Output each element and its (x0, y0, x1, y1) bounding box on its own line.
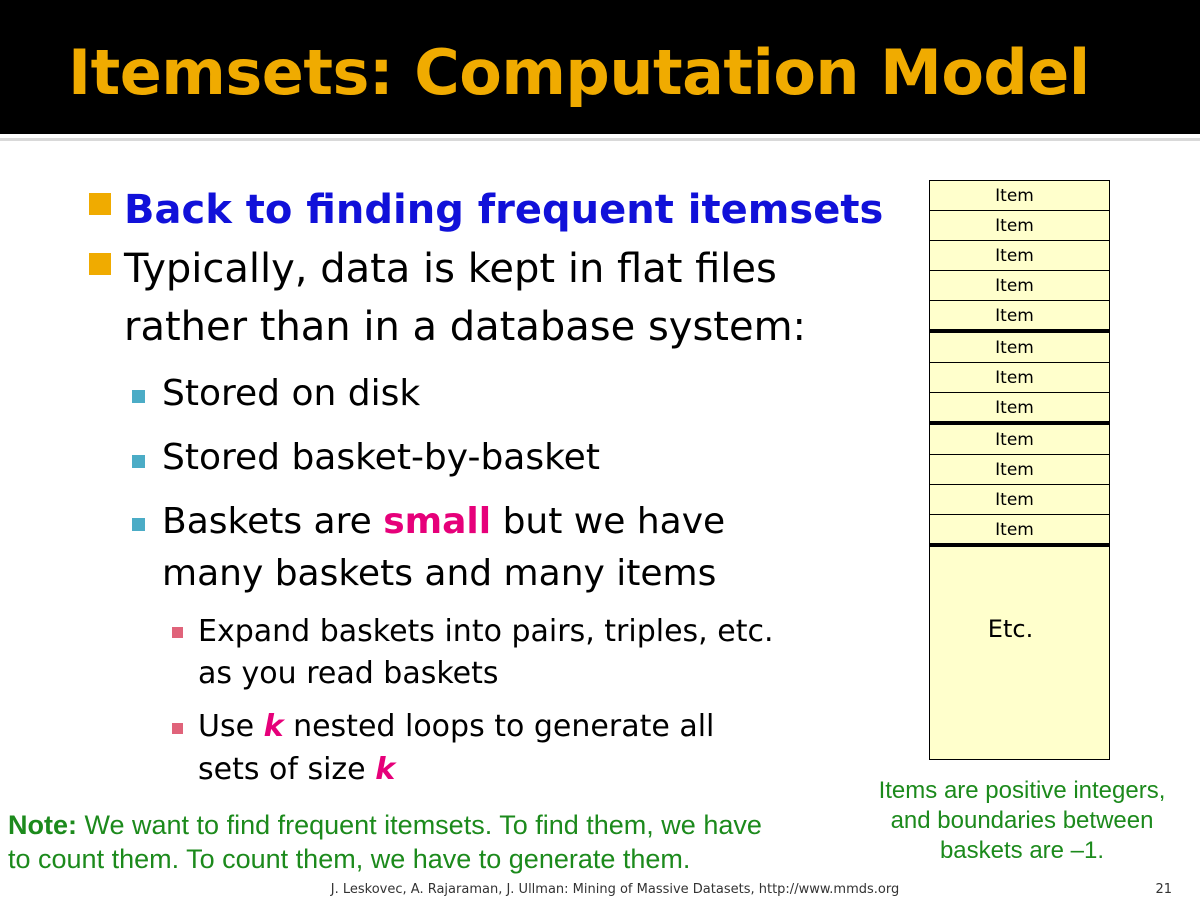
sub-bullet-baskets-small-line2: many baskets and many items (162, 553, 717, 594)
item-cell-basket-end: Item (930, 393, 1109, 425)
title-bar: Itemsets: Computation Model (0, 0, 1200, 134)
sub-bullet-baskets-small: Baskets are small but we have (162, 496, 725, 548)
text-span: We want to find frequent itemsets. To fi… (77, 810, 762, 840)
subsub-bullet-nested-loops-line2: sets of size k (198, 748, 395, 791)
bullet-square-icon (132, 455, 145, 468)
bullet-square-icon (89, 253, 111, 275)
item-cell-basket-end: Item (930, 515, 1109, 547)
item-cell: Item (930, 455, 1109, 485)
note-label: Note: (8, 810, 77, 840)
item-cell: Item (930, 363, 1109, 393)
etc-label: Etc. (987, 615, 1034, 643)
text-span: sets of size (198, 752, 376, 787)
bullet-square-icon (172, 723, 183, 734)
item-cell: Item (930, 425, 1109, 455)
item-cell: Item (930, 271, 1109, 301)
caption-line: baskets are –1. (939, 837, 1105, 864)
item-cell: Item (930, 485, 1109, 515)
page-number: 21 (1155, 882, 1172, 897)
item-cell: Item (930, 241, 1109, 271)
subsub-bullet-expand-line2: as you read baskets (198, 656, 499, 691)
note-line: to count them. To count them, we have to… (8, 844, 691, 874)
highlight-k: k (263, 709, 284, 744)
caption-line: and boundaries between (890, 807, 1154, 834)
bullet-square-icon (132, 390, 145, 403)
slide-title: Itemsets: Computation Model (68, 36, 1090, 109)
diagram-caption: Items are positive integers, and boundar… (856, 776, 1188, 866)
note-box: Note: We want to find frequent itemsets.… (8, 808, 762, 876)
item-cell-basket-end: Item (930, 301, 1109, 333)
basket-file-diagram: Item Item Item Item Item Item Item Item … (929, 180, 1110, 760)
subsub-bullet-nested-loops: Use k nested loops to generate all (198, 705, 714, 748)
note-line: Note: We want to find frequent itemsets.… (8, 808, 762, 842)
sub-bullet-stored-on-disk: Stored on disk (162, 373, 421, 414)
bullet-flat-files-line1: Typically, data is kept in flat files (124, 246, 777, 292)
text-span: Use (198, 709, 264, 744)
text-span: Baskets are (162, 501, 384, 542)
highlight-k: k (375, 752, 396, 787)
bullet-square-icon (172, 627, 183, 638)
bullet-square-icon (89, 193, 111, 215)
bullet-back-to-finding: Back to finding frequent itemsets (124, 187, 884, 233)
item-cell: Item (930, 333, 1109, 363)
caption-line: Items are positive integers, (878, 777, 1166, 804)
text-span: but we have (491, 501, 726, 542)
subsub-bullet-expand-line1: Expand baskets into pairs, triples, etc. (198, 614, 774, 649)
item-cell: Item (930, 211, 1109, 241)
text-span: nested loops to generate all (283, 709, 715, 744)
bullet-square-icon (132, 518, 145, 531)
sub-bullet-basket-by-basket: Stored basket-by-basket (162, 437, 600, 478)
footer-citation: J. Leskovec, A. Rajaraman, J. Ullman: Mi… (330, 882, 900, 897)
bullet-flat-files-line2: rather than in a database system: (124, 304, 807, 350)
item-cell: Item (930, 181, 1109, 211)
title-divider (0, 138, 1200, 141)
highlight-small: small (383, 501, 492, 542)
